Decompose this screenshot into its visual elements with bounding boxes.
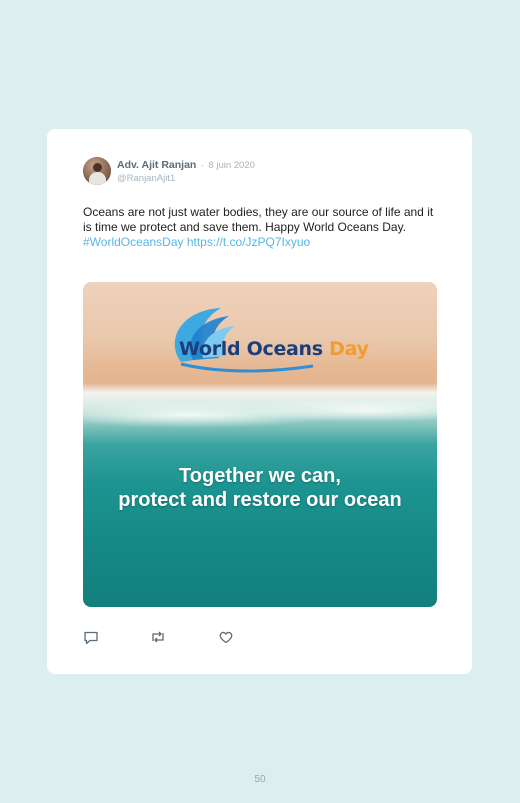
author-name[interactable]: Adv. Ajit Ranjan	[117, 159, 196, 171]
wave-foam	[83, 392, 437, 438]
tweet-date[interactable]: 8 juin 2020	[208, 160, 254, 171]
hashtag-link[interactable]: #WorldOceansDay	[83, 235, 184, 249]
caption-line-1: Together we can,	[179, 465, 341, 487]
image-caption: Together we can, protect and restore our…	[83, 464, 437, 512]
page-number: 50	[254, 774, 266, 785]
logo-text: World Oceans Day	[179, 338, 369, 360]
url-link[interactable]: https://t.co/JzPQ7Ixyuo	[187, 235, 310, 249]
author-handle[interactable]: @RanjanAjit1	[117, 172, 255, 185]
meta-separator: ·	[200, 160, 204, 171]
tweet-text: Oceans are not just water bodies, they a…	[83, 205, 443, 250]
retweet-icon[interactable]	[150, 629, 166, 645]
caption-line-2: protect and restore our ocean	[118, 489, 402, 511]
tweet-card: Adv. Ajit Ranjan · 8 juin 2020 @RanjanAj…	[47, 129, 472, 674]
avatar[interactable]	[83, 157, 111, 185]
author-meta: Adv. Ajit Ranjan · 8 juin 2020 @RanjanAj…	[117, 157, 255, 185]
tweet-header: Adv. Ajit Ranjan · 8 juin 2020 @RanjanAj…	[83, 157, 255, 185]
reply-icon[interactable]	[83, 629, 99, 645]
tweet-body: Oceans are not just water bodies, they a…	[83, 205, 434, 234]
tweet-image[interactable]: World Oceans Day Together we can, protec…	[83, 282, 437, 607]
heart-icon[interactable]	[218, 629, 234, 645]
